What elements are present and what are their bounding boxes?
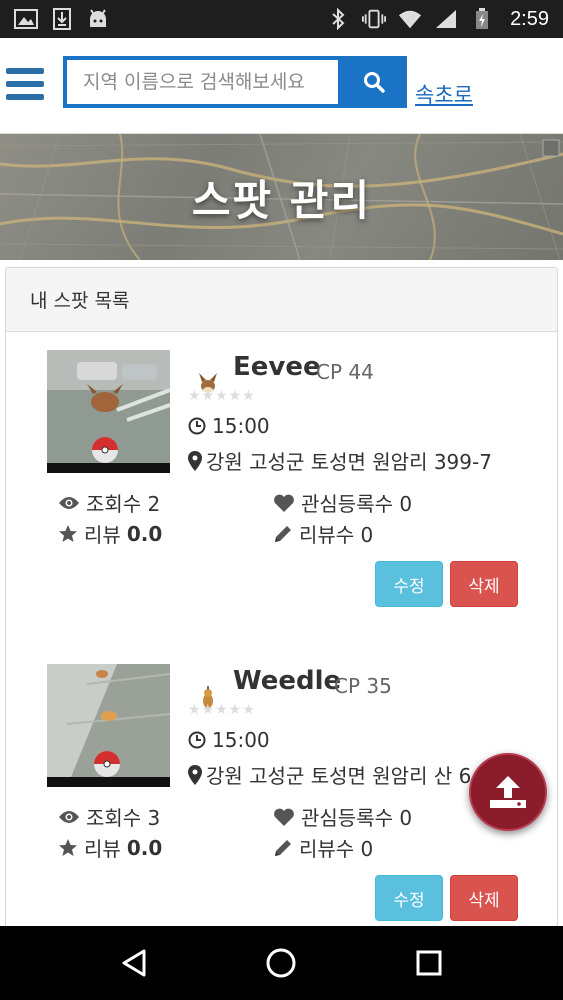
back-icon[interactable] (114, 943, 154, 983)
clock-icon (188, 417, 206, 435)
spot-thumbnail[interactable] (47, 350, 170, 473)
vibrate-icon (362, 8, 387, 30)
battery-icon (470, 8, 494, 30)
android-icon (86, 8, 110, 30)
signal-icon (434, 8, 458, 30)
heart-icon (274, 494, 294, 512)
page-title: 스팟 관리 (191, 175, 372, 225)
status-bar-right: 2:59 (326, 8, 549, 31)
gallery-icon (14, 8, 38, 30)
spot-name[interactable]: Eevee (233, 352, 321, 382)
bluetooth-icon (326, 8, 350, 30)
app-header: 속초로 (0, 38, 563, 134)
home-icon[interactable] (261, 943, 301, 983)
delete-button[interactable]: 삭제 (450, 561, 518, 607)
spot-address-row: 강원 고성군 토성면 원암리 산 6 (188, 760, 471, 789)
app-screen: 2:59 속초로 (0, 0, 563, 1000)
wifi-icon (398, 8, 422, 30)
spot-time-row: 15:00 (188, 728, 270, 752)
spot-address-row: 강원 고성군 토성면 원암리 399-7 (188, 446, 492, 475)
review-label: 리뷰 (84, 523, 121, 547)
review-score-stat: 리뷰 0.0 (58, 519, 162, 548)
review-count-label: 리뷰수 0 (299, 837, 374, 861)
spot-cp: CP 44 (316, 360, 374, 384)
spot-time-row: 15:00 (188, 414, 270, 438)
upload-icon (490, 776, 526, 808)
status-bar-left (14, 8, 110, 30)
spot-thumbnail[interactable] (47, 664, 170, 787)
status-time: 2:59 (510, 7, 549, 30)
edit-button[interactable]: 수정 (375, 875, 443, 921)
favorites-stat: 관심등록수 0 (273, 488, 412, 517)
eye-icon (59, 810, 79, 823)
status-bar: 2:59 (0, 0, 563, 38)
search-button[interactable] (341, 56, 407, 108)
delete-button[interactable]: 삭제 (450, 875, 518, 921)
search-icon (364, 72, 385, 93)
spot-cp: CP 35 (334, 674, 392, 698)
map-marker-icon (188, 450, 202, 471)
shortcut-link[interactable]: 속초로 (415, 79, 473, 109)
favorites-stat: 관심등록수 0 (273, 802, 412, 831)
pencil-icon (275, 525, 291, 542)
recents-icon[interactable] (409, 943, 449, 983)
heart-icon (274, 808, 294, 826)
pencil-icon (275, 839, 291, 856)
favorites-label: 관심등록수 0 (301, 806, 413, 830)
spot-name[interactable]: Weedle (233, 666, 341, 696)
spot-address: 강원 고성군 토성면 원암리 산 6 (206, 764, 472, 788)
views-stat: 조회수 3 (58, 802, 160, 831)
spot-address: 강원 고성군 토성면 원암리 399-7 (206, 450, 492, 474)
views-label: 조회수 2 (86, 492, 161, 516)
review-score-stat: 리뷰 0.0 (58, 833, 162, 862)
star-icon (59, 838, 77, 856)
edit-button[interactable]: 수정 (375, 561, 443, 607)
map-marker-icon (188, 764, 202, 785)
review-count-stat: 리뷰수 0 (273, 519, 373, 548)
eye-icon (59, 496, 79, 509)
clock-icon (188, 731, 206, 749)
rating-stars: ★★★★★ (188, 388, 256, 404)
upload-fab-button[interactable] (469, 753, 547, 831)
views-stat: 조회수 2 (58, 488, 160, 517)
favorites-label: 관심등록수 0 (301, 492, 413, 516)
spot-card: Eevee CP 44 ★★★★★ 15:00 강원 고성군 토성면 원암리 3… (6, 350, 557, 610)
rating-stars: ★★★★★ (188, 702, 256, 718)
search-box (63, 56, 342, 108)
review-count-stat: 리뷰수 0 (273, 833, 373, 862)
review-count-label: 리뷰수 0 (299, 523, 374, 547)
hamburger-menu-icon[interactable] (6, 68, 44, 100)
review-score: 0.0 (126, 835, 163, 860)
search-input[interactable] (67, 60, 338, 104)
spot-time: 15:00 (212, 728, 270, 752)
system-nav-bar (0, 926, 563, 1000)
panel-heading: 내 스팟 목록 (6, 268, 557, 332)
download-icon (50, 8, 74, 30)
star-icon (59, 524, 77, 542)
hero-banner: 스팟 관리 (0, 134, 563, 260)
menu-bar (6, 94, 44, 100)
spot-time: 15:00 (212, 414, 270, 438)
views-label: 조회수 3 (86, 806, 161, 830)
my-spots-panel: 내 스팟 목록 Eevee CP 44 ★★★★★ 15:00 강원 고성군 토… (5, 267, 558, 927)
review-score: 0.0 (126, 521, 163, 546)
menu-bar (6, 68, 44, 74)
review-label: 리뷰 (84, 837, 121, 861)
menu-bar (6, 81, 44, 87)
